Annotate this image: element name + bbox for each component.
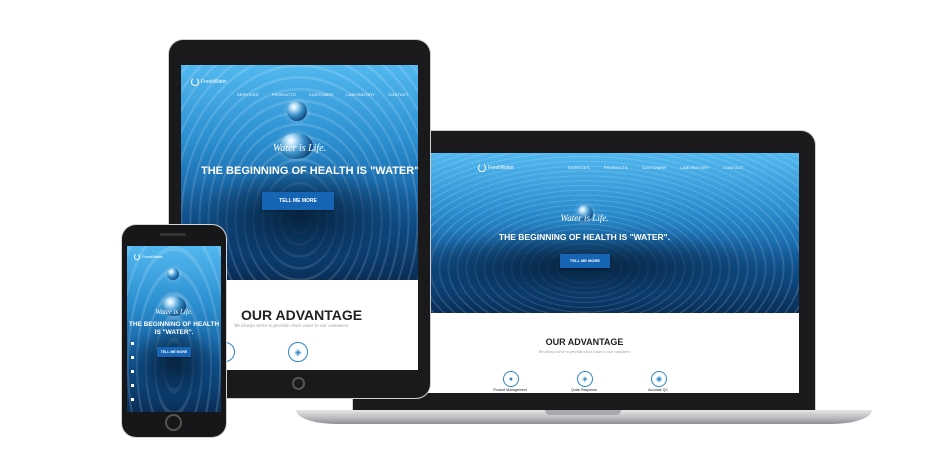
water-drop-logo-icon: [134, 253, 140, 260]
slider-dot[interactable]: [131, 356, 134, 359]
laptop-tagline: Water is Life.: [560, 213, 609, 223]
nav-products[interactable]: PRODUCTS: [604, 165, 628, 170]
nav-services[interactable]: SERVICES: [568, 165, 590, 170]
advantage-subtitle: We always strive to provide clean water …: [538, 349, 631, 354]
laptop-headline: THE BEGINNING OF HEALTH IS "WATER".: [498, 232, 671, 242]
laptop-advantage-section: OUR ADVANTAGE We always strive to provid…: [370, 313, 799, 393]
logo-text: FreshWater: [201, 78, 227, 85]
nav-laboratory[interactable]: LABORATORY: [346, 92, 375, 97]
nav-products[interactable]: PRODUCTS: [272, 92, 296, 97]
nav-services[interactable]: SERVICES: [237, 92, 259, 97]
logo-text: FreshWater: [142, 254, 163, 259]
tablet-home-button[interactable]: [292, 377, 305, 390]
phone-headline-line1: THE BEGINNING OF HEALTH: [128, 321, 220, 328]
nav-contact[interactable]: CONTACT: [723, 165, 743, 170]
tablet-nav: SERVICES PRODUCTS CUSTOMER LABORATORY CO…: [237, 92, 409, 97]
laptop-hero: FreshWater SERVICES PRODUCTS CUSTOMER LA…: [370, 153, 799, 313]
phone-slider-dots: [131, 342, 134, 402]
advantage-title: OUR ADVANTAGE: [241, 307, 363, 323]
tablet-tagline: Water is Life.: [272, 143, 327, 154]
feature-quick-response: Quick Response: [571, 388, 597, 392]
nav-customer[interactable]: CUSTOMER: [642, 165, 666, 170]
advantage-title: OUR ADVANTAGE: [545, 337, 624, 347]
product-management-icon: ●: [503, 371, 519, 387]
laptop-logo[interactable]: FreshWater: [478, 163, 514, 172]
phone-cta-button[interactable]: TELL ME MORE: [157, 347, 191, 357]
phone-headline-line2: IS "WATER".: [154, 329, 194, 336]
slider-dot[interactable]: [131, 398, 134, 401]
logo-text: FreshWater: [488, 164, 514, 171]
slider-dot[interactable]: [131, 384, 134, 387]
quick-response-icon: ◈: [577, 371, 593, 387]
slider-dot[interactable]: [131, 370, 134, 373]
laptop-cta-button[interactable]: TELL ME MORE: [560, 254, 610, 268]
accurate-qc-icon: ◉: [651, 371, 667, 387]
phone-tagline: Water is Life.: [155, 308, 193, 316]
tablet-logo[interactable]: FreshWater: [191, 77, 227, 86]
water-drop-logo-icon: [478, 163, 486, 172]
water-drop-logo-icon: [191, 77, 199, 86]
nav-laboratory[interactable]: LABORATORY: [680, 165, 709, 170]
tablet-headline: THE BEGINNING OF HEALTH IS "WATER".: [201, 165, 418, 177]
feature-product-management: Product Management: [493, 388, 527, 392]
water-drop-small-image: [287, 101, 307, 121]
laptop-screen: FreshWater SERVICES PRODUCTS CUSTOMER LA…: [370, 153, 799, 393]
phone-screen: FreshWater Water is Life. THE BEGINNING …: [127, 246, 221, 412]
laptop-notch: [545, 410, 621, 415]
phone-logo[interactable]: FreshWater: [134, 253, 163, 260]
laptop-nav: SERVICES PRODUCTS CUSTOMER LABORATORY CO…: [568, 165, 744, 170]
nav-contact[interactable]: CONTACT: [388, 92, 408, 97]
phone-hero: FreshWater Water is Life. THE BEGINNING …: [127, 246, 221, 412]
slider-dot[interactable]: [131, 342, 134, 345]
phone-home-button[interactable]: [165, 414, 182, 431]
quick-response-icon: ◈: [288, 342, 308, 362]
phone-speaker: [160, 233, 186, 236]
water-drop-small-image: [167, 268, 179, 280]
advantage-subtitle: We always strive to provide clean water …: [234, 324, 349, 329]
tablet-cta-button[interactable]: TELL ME MORE: [262, 192, 334, 210]
feature-accurate-qc: Accurate QC: [647, 388, 669, 392]
nav-customer[interactable]: CUSTOMER: [309, 92, 333, 97]
